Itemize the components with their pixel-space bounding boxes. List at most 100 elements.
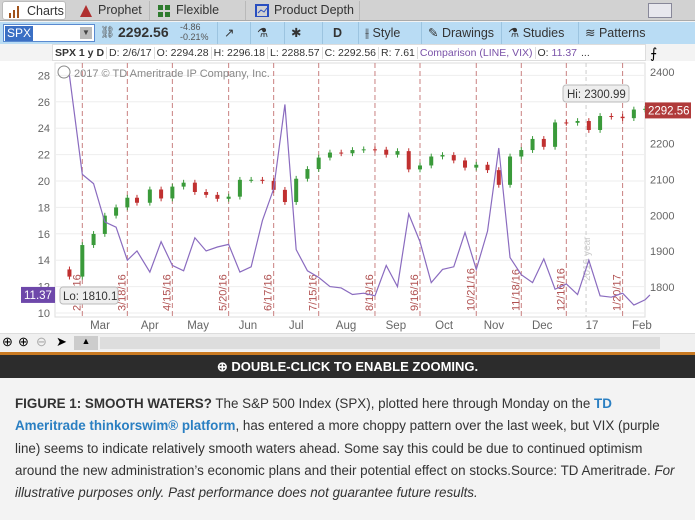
window-layout-button[interactable] bbox=[648, 3, 672, 18]
settings-button[interactable]: ✱ bbox=[284, 22, 322, 44]
spx-candle bbox=[609, 115, 614, 117]
spx-last-value: 2292.56 bbox=[648, 105, 690, 117]
spx-candle bbox=[215, 194, 220, 199]
spx-candle bbox=[67, 269, 72, 277]
spx-candle bbox=[598, 115, 603, 130]
spx-candle bbox=[226, 196, 231, 199]
spx-candle bbox=[395, 151, 400, 155]
right-axis-tick: 2000 bbox=[650, 210, 674, 222]
link-icon[interactable]: ⛓ bbox=[100, 25, 115, 39]
spx-candle bbox=[282, 189, 287, 203]
left-axis-tick: 18 bbox=[38, 202, 50, 214]
tab-flexible-grid[interactable]: Flexible Grid bbox=[152, 1, 246, 36]
right-axis-tick: 2100 bbox=[650, 174, 674, 186]
gear-icon: ✱ bbox=[291, 26, 302, 40]
flask-button[interactable]: ⚗ bbox=[250, 22, 284, 44]
studies-button[interactable]: ⚗ Studies bbox=[501, 22, 578, 44]
x-axis-tick: May bbox=[187, 320, 209, 332]
chart-scrollbar[interactable] bbox=[100, 337, 660, 349]
spx-candle bbox=[260, 179, 265, 181]
event-marker-label: 4/15/16 bbox=[161, 274, 173, 311]
chevron-down-icon[interactable]: ▼ bbox=[80, 27, 92, 39]
zoom-in-icon[interactable]: ⊕ bbox=[18, 334, 29, 350]
spx-candle bbox=[91, 233, 96, 246]
symbol-input[interactable]: SPX ▼ bbox=[3, 24, 95, 42]
patterns-icon: ≋ bbox=[585, 26, 599, 40]
last-price: 2292.56 bbox=[118, 24, 169, 40]
share-icon: ↗ bbox=[224, 26, 235, 40]
spx-candle bbox=[80, 245, 85, 277]
patterns-button[interactable]: ≋ Patterns bbox=[578, 22, 695, 44]
left-axis-tick: 10 bbox=[38, 308, 50, 320]
lo-label: Lo: 1810.1 bbox=[63, 291, 117, 303]
tab-product-depth[interactable]: Product Depth bbox=[250, 1, 360, 20]
flask-icon: ⚗ bbox=[508, 26, 523, 40]
price-chart[interactable]: 1012141618202224262818001900200021002200… bbox=[0, 61, 695, 334]
spx-candle bbox=[451, 155, 456, 161]
x-axis-tick: Mar bbox=[90, 320, 110, 332]
pointer-icon[interactable]: ➤ bbox=[56, 334, 67, 350]
left-axis-tick: 24 bbox=[38, 123, 50, 135]
zoom-out-icon[interactable]: ⊖ bbox=[36, 334, 47, 350]
spx-candle bbox=[170, 186, 175, 199]
collapse-icon[interactable]: ▲ bbox=[74, 336, 98, 350]
spx-candle bbox=[530, 138, 535, 151]
tab-prophet[interactable]: Prophet bbox=[74, 1, 150, 20]
event-marker-label: 6/17/16 bbox=[263, 274, 275, 311]
style-button[interactable]: ⫲ Style bbox=[358, 22, 421, 44]
aggregation-button[interactable]: D bbox=[322, 22, 358, 44]
zoom-icon: ⊕ bbox=[216, 359, 232, 374]
candle-icon: ⫲ bbox=[365, 26, 373, 40]
spx-candle bbox=[440, 155, 445, 157]
spx-candle bbox=[564, 122, 569, 124]
left-axis-tick: 14 bbox=[38, 255, 50, 267]
event-marker-label: 7/15/16 bbox=[308, 274, 320, 311]
spx-candle bbox=[384, 149, 389, 155]
x-axis-tick: Feb bbox=[632, 320, 652, 332]
spx-candle bbox=[429, 156, 434, 166]
x-axis-tick: Jul bbox=[289, 320, 304, 332]
right-axis-tick: 2400 bbox=[650, 67, 674, 79]
expand-icon[interactable]: ⨍ bbox=[650, 45, 657, 62]
vix-last-value: 11.37 bbox=[24, 290, 52, 302]
x-axis-tick: 17 bbox=[586, 320, 599, 332]
chart-canvas: 1012141618202224262818001900200021002200… bbox=[21, 62, 691, 332]
right-axis-tick: 2200 bbox=[650, 139, 674, 151]
spx-candle bbox=[134, 197, 139, 203]
event-marker-label: 1/20/17 bbox=[612, 274, 624, 311]
spx-candle bbox=[417, 165, 422, 170]
drawings-button[interactable]: ✎ Drawings bbox=[421, 22, 501, 44]
spx-candle bbox=[339, 152, 344, 154]
event-marker-label: 9/16/16 bbox=[409, 274, 421, 311]
left-axis-tick: 16 bbox=[38, 229, 50, 241]
spx-candle bbox=[406, 151, 411, 170]
spx-candle bbox=[485, 164, 490, 171]
spx-candle bbox=[147, 189, 152, 203]
crosshair-icon[interactable]: ⊕ bbox=[2, 334, 13, 350]
x-axis-tick: Oct bbox=[435, 320, 454, 332]
event-marker-label: 10/21/16 bbox=[465, 268, 477, 311]
spx-candle bbox=[181, 182, 186, 187]
event-marker-label: 12/16/16 bbox=[555, 268, 567, 311]
spx-candle bbox=[204, 191, 209, 195]
event-marker-label: 11/18/16 bbox=[510, 269, 522, 311]
spx-candle bbox=[327, 152, 332, 158]
depth-icon bbox=[255, 4, 269, 17]
share-button[interactable]: ↗ bbox=[217, 22, 250, 44]
x-axis-tick: Jun bbox=[239, 320, 258, 332]
copyright-text: 2017 © TD Ameritrade IP Company, Inc. bbox=[74, 68, 270, 80]
spx-candle bbox=[541, 138, 546, 147]
bar-chart-icon bbox=[9, 6, 19, 18]
x-axis-tick: Apr bbox=[141, 320, 159, 332]
spx-candle bbox=[125, 197, 130, 208]
spx-candle bbox=[631, 109, 636, 119]
zoom-banner[interactable]: ⊕ DOUBLE-CLICK TO ENABLE ZOOMING. bbox=[0, 352, 695, 378]
spx-candle bbox=[474, 164, 479, 168]
right-axis-tick: 1900 bbox=[650, 246, 674, 258]
spx-candle bbox=[519, 150, 524, 157]
spx-candle bbox=[305, 169, 310, 179]
spx-candle bbox=[575, 121, 580, 123]
tab-charts[interactable]: Charts bbox=[2, 1, 66, 20]
flask-icon: ⚗ bbox=[257, 26, 269, 40]
x-axis-tick: Aug bbox=[336, 320, 356, 332]
